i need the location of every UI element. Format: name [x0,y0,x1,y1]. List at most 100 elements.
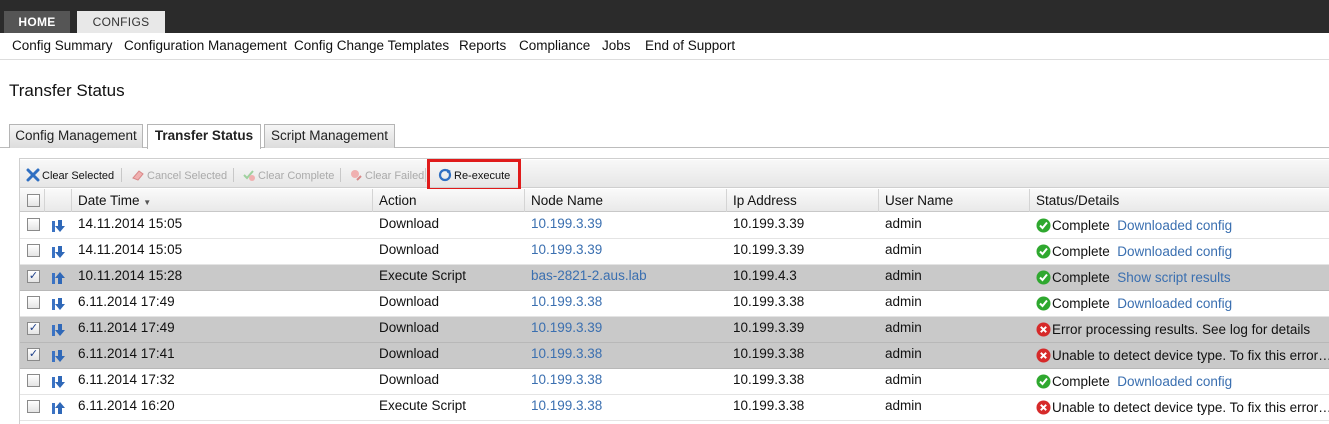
status-text: Complete [1052,270,1110,285]
download-arrow-icon [51,322,67,338]
select-all-checkbox[interactable] [27,194,40,207]
node-name-link[interactable]: 10.199.3.38 [525,395,727,421]
clear-complete-label: Clear Complete [258,170,335,182]
menu-end-of-support[interactable]: End of Support [645,38,735,53]
date-time-cell: 10.11.2014 15:28 [78,268,183,283]
status-detail-link[interactable]: Show script results [1117,270,1230,285]
node-name-link[interactable]: bas-2821-2.aus.lab [525,265,727,291]
node-name-link[interactable]: 10.199.3.39 [525,317,727,343]
failed-eraser-icon [351,170,362,181]
cancel-selected-button[interactable]: Cancel Selected [131,168,227,182]
download-arrow-icon [51,374,67,390]
status-details-cell: Unable to detect device type. To fix thi… [1030,343,1329,369]
row-checkbox[interactable]: ✓ [27,348,40,361]
menu-compliance[interactable]: Compliance [519,38,590,53]
status-detail-link[interactable]: Downloaded config [1117,218,1232,233]
status-details-cell: Error processing results. See log for de… [1030,317,1329,343]
table-row[interactable]: 6.11.2014 17:49 Download 10.199.3.38 10.199… [20,291,1329,317]
column-action[interactable]: Action [373,189,525,212]
user-name-cell: admin [885,372,922,387]
download-arrow-icon [51,244,67,260]
download-arrow-icon [51,218,67,234]
table-row[interactable]: 14.11.2014 15:05 Download 10.199.3.39 10.19… [20,213,1329,239]
action-cell: Execute Script [379,268,467,283]
row-checkbox[interactable]: ✓ [27,322,40,335]
clear-complete-button[interactable]: Clear Complete [242,168,334,182]
node-name-link[interactable]: 10.199.3.39 [525,239,727,265]
ip-address-cell: 10.199.3.39 [733,320,805,335]
user-name-cell: admin [885,216,922,231]
table-row[interactable]: 6.11.2014 17:32 Download 10.199.3.38 10.199… [20,369,1329,395]
blue-x-icon [26,168,40,182]
row-checkbox[interactable]: ✓ [27,270,40,283]
row-checkbox[interactable] [27,218,40,231]
check-circle-icon [1036,294,1051,311]
tab-configs[interactable]: CONFIGS [77,11,165,33]
ip-address-cell: 10.199.3.38 [733,372,805,387]
table-row[interactable]: 14.11.2014 15:05 Download 10.199.3.39 10.19… [20,239,1329,265]
status-detail-link[interactable]: Downloaded config [1117,374,1232,389]
download-arrow-icon [51,296,67,312]
user-name-cell: admin [885,320,922,335]
tab-transfer-status[interactable]: Transfer Status [147,124,261,149]
user-name-cell: admin [885,398,922,413]
column-date-time[interactable]: Date Time ▼ [72,189,373,212]
menu-reports[interactable]: Reports [459,38,506,53]
user-name-cell: admin [885,242,922,257]
clear-selected-button[interactable]: Clear Selected [26,168,114,182]
status-details-cell: Complete Downloaded config [1030,239,1329,265]
row-checkbox[interactable] [27,244,40,257]
clear-failed-button[interactable]: Clear Failed [349,168,424,182]
menu-jobs[interactable]: Jobs [602,38,631,53]
action-cell: Download [379,294,440,309]
node-name-link[interactable]: 10.199.3.39 [525,213,727,239]
toolbar-separator [425,168,426,182]
user-name-cell: admin [885,268,922,283]
status-text: Unable to detect device type. To fix thi… [1052,400,1329,415]
check-circle-icon [1036,242,1051,259]
table-row[interactable]: ✓ 10.11.2014 15:28 Execute Script bas-2821-… [20,265,1329,291]
row-checkbox[interactable] [27,374,40,387]
menu-configuration-management[interactable]: Configuration Management [124,38,287,53]
column-node-name[interactable]: Node Name [525,189,727,212]
row-checkbox[interactable] [27,400,40,413]
eraser-icon [132,170,144,181]
row-checkbox[interactable] [27,296,40,309]
ip-address-cell: 10.199.3.38 [733,398,805,413]
status-text: Complete [1052,244,1110,259]
date-time-cell: 6.11.2014 17:49 [78,320,175,335]
table-row[interactable]: 6.11.2014 16:20 Execute Script 10.199.3.38… [20,395,1329,421]
node-name-link[interactable]: 10.199.3.38 [525,343,727,369]
menu-config-change-templates[interactable]: Config Change Templates [294,38,449,53]
clear-failed-label: Clear Failed [365,170,425,182]
page-title: Transfer Status [9,81,125,100]
node-name-link[interactable]: 10.199.3.38 [525,369,727,395]
column-user-name[interactable]: User Name [879,189,1030,212]
status-detail-link[interactable]: Downloaded config [1117,296,1232,311]
column-date-time-label: Date Time [78,193,140,208]
ip-address-cell: 10.199.4.3 [733,268,797,283]
tab-config-management[interactable]: Config Management [9,124,143,148]
check-eraser-icon [243,170,255,181]
date-time-cell: 6.11.2014 17:41 [78,346,175,361]
node-name-link[interactable]: 10.199.3.38 [525,291,727,317]
status-text: Error processing results. See log for de… [1052,322,1311,337]
column-ip-address[interactable]: Ip Address [727,189,879,212]
download-arrow-icon [51,348,67,364]
check-circle-icon [1036,372,1051,389]
header-direction-cell [45,189,72,212]
date-time-cell: 14.11.2014 15:05 [78,242,183,257]
table-row[interactable]: ✓ 6.11.2014 17:49 Download 10.199.3.39 10.19… [20,317,1329,343]
status-details-cell: Complete Downloaded config [1030,291,1329,317]
status-detail-link[interactable]: Downloaded config [1117,244,1232,259]
status-text: Complete [1052,218,1110,233]
menu-config-summary[interactable]: Config Summary [12,38,113,53]
tab-script-management[interactable]: Script Management [264,124,395,148]
top-navigation-bar: HOME CONFIGS [0,0,1329,33]
column-status-details[interactable]: Status/Details [1030,189,1329,212]
tab-home[interactable]: HOME [4,11,70,33]
ip-address-cell: 10.199.3.38 [733,294,805,309]
status-details-cell: Complete Show script results [1030,265,1329,291]
ip-address-cell: 10.199.3.39 [733,242,805,257]
table-row[interactable]: ✓ 6.11.2014 17:41 Download 10.199.3.38 10.19… [20,343,1329,369]
